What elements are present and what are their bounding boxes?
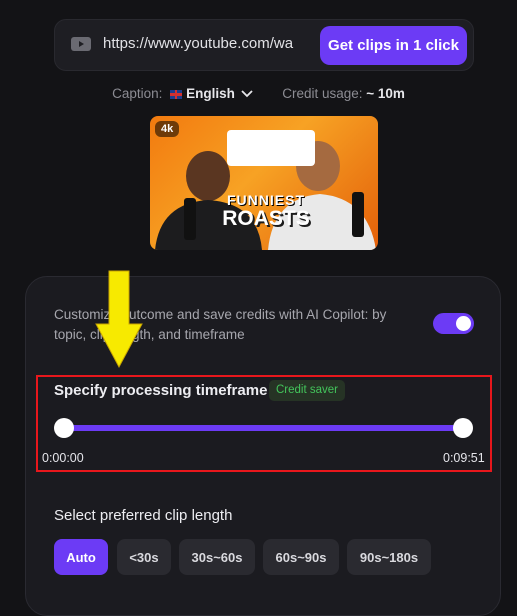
copilot-toggle[interactable] xyxy=(433,313,474,334)
clip-length-under-30s[interactable]: <30s xyxy=(117,539,171,575)
tweet-card-image xyxy=(227,130,315,166)
highlight-box-annotation xyxy=(36,375,492,472)
chevron-down-icon[interactable] xyxy=(241,90,253,98)
get-clips-button[interactable]: Get clips in 1 click xyxy=(320,26,467,65)
clip-length-auto[interactable]: Auto xyxy=(54,539,108,575)
caption-language-select[interactable]: English xyxy=(186,86,235,101)
clip-length-90-180s[interactable]: 90s~180s xyxy=(347,539,431,575)
resolution-badge: 4k xyxy=(155,121,180,137)
clip-length-60-90s[interactable]: 60s~90s xyxy=(263,539,339,575)
caption-label: Caption: xyxy=(112,86,163,101)
down-arrow-annotation xyxy=(95,270,143,369)
clip-length-title: Select preferred clip length xyxy=(54,507,233,524)
clip-length-30-60s[interactable]: 30s~60s xyxy=(179,539,255,575)
thumbnail-title-line1: FUNNIEST xyxy=(227,192,305,208)
toggle-knob xyxy=(456,316,471,331)
credit-usage-label: Credit usage: xyxy=(282,86,363,101)
video-url-input[interactable]: https://www.youtube.com/wa xyxy=(103,35,313,52)
video-thumbnail: 4k FUNNIEST ROASTS xyxy=(150,116,378,250)
caption-credit-row: Caption: English Credit usage: ~ 10m xyxy=(0,86,517,101)
credit-usage-value: ~ 10m xyxy=(366,86,405,101)
uk-flag-icon xyxy=(170,89,183,99)
youtube-icon xyxy=(71,37,91,51)
url-bar: https://www.youtube.com/wa Get clips in … xyxy=(54,19,474,71)
thumbnail-title-line2: ROASTS xyxy=(222,207,310,230)
